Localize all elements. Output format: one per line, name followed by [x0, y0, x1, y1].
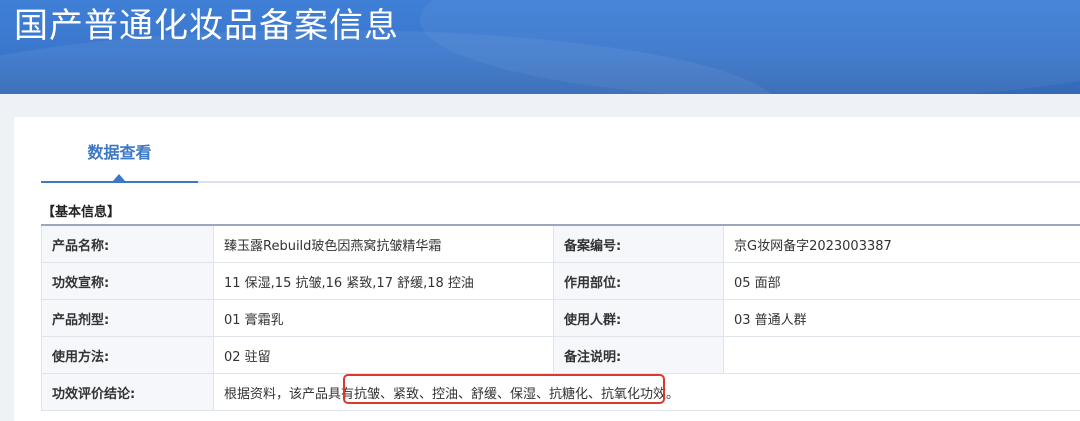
application-area-value: 05 面部: [723, 262, 1080, 300]
tab-bar: 数据查看: [41, 117, 1080, 183]
page-title: 国产普通化妆品备案信息: [14, 6, 399, 46]
content-card: 数据查看 【基本信息】 产品名称: 臻玉露Rebuild玻色因燕窝抗皱精华霜 备…: [14, 117, 1080, 421]
tab-data-view[interactable]: 数据查看: [41, 117, 198, 183]
remarks-label: 备注说明:: [553, 336, 724, 374]
usage-method-label: 使用方法:: [41, 336, 214, 374]
application-area-label: 作用部位:: [553, 262, 724, 300]
efficacy-conclusion-label: 功效评价结论:: [41, 373, 214, 411]
table-row: 产品名称: 臻玉露Rebuild玻色因燕窝抗皱精华霜 备案编号: 京G妆网备字2…: [41, 224, 1080, 263]
dosage-form-value: 01 膏霜乳: [213, 299, 554, 337]
section-title: 【基本信息】: [42, 205, 121, 220]
table-row: 产品剂型: 01 膏霜乳 使用人群: 03 普通人群: [41, 299, 1080, 337]
basic-info-table: 产品名称: 臻玉露Rebuild玻色因燕窝抗皱精华霜 备案编号: 京G妆网备字2…: [41, 224, 1080, 411]
efficacy-conclusion-value: 根据资料，该产品具有抗皱、紧致、控油、舒缓、保湿、抗糖化、抗氧化功效。: [213, 373, 1080, 411]
product-name-value: 臻玉露Rebuild玻色因燕窝抗皱精华霜: [213, 224, 554, 263]
tab-caret-icon: [113, 174, 125, 181]
table-row: 功效评价结论: 根据资料，该产品具有抗皱、紧致、控油、舒缓、保湿、抗糖化、抗氧化…: [41, 373, 1080, 411]
efficacy-claim-value: 11 保湿,15 抗皱,16 紧致,17 舒缓,18 控油: [213, 262, 554, 300]
target-group-label: 使用人群:: [553, 299, 724, 337]
efficacy-claim-label: 功效宣称:: [41, 262, 214, 300]
record-no-label: 备案编号:: [553, 224, 724, 263]
target-group-value: 03 普通人群: [723, 299, 1080, 337]
tab-active-indicator: [41, 181, 198, 183]
dosage-form-label: 产品剂型:: [41, 299, 214, 337]
table-row: 功效宣称: 11 保湿,15 抗皱,16 紧致,17 舒缓,18 控油 作用部位…: [41, 262, 1080, 300]
header-banner: 国产普通化妆品备案信息: [0, 0, 1080, 94]
remarks-value: [723, 336, 1080, 374]
table-row: 使用方法: 02 驻留 备注说明:: [41, 336, 1080, 374]
product-name-label: 产品名称:: [41, 224, 214, 263]
usage-method-value: 02 驻留: [213, 336, 554, 374]
tab-label: 数据查看: [87, 143, 152, 162]
record-no-value: 京G妆网备字2023003387: [723, 224, 1080, 263]
